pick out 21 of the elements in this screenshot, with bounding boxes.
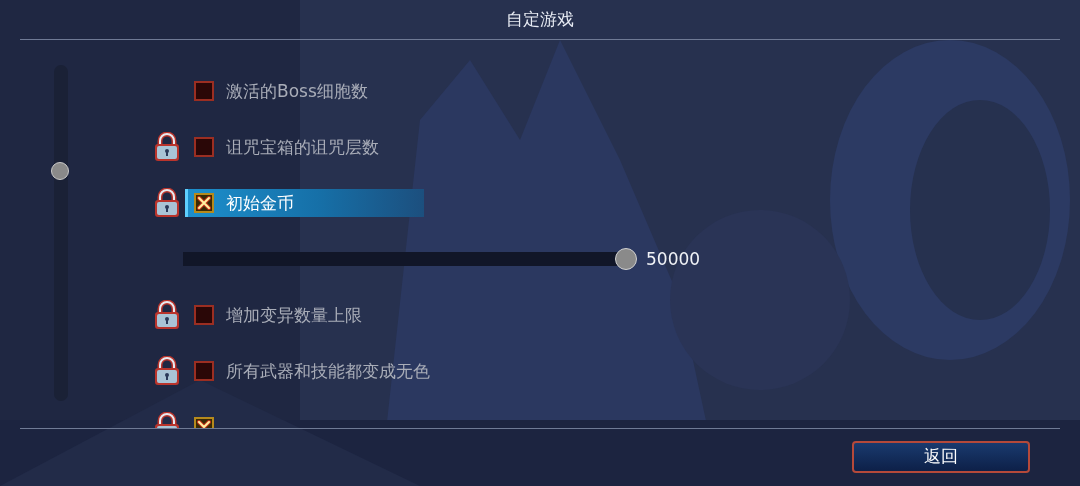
highlighted-option[interactable]: 初始金币 [185, 189, 424, 217]
option-label: 诅咒宝箱的诅咒层数 [226, 135, 379, 159]
checkbox[interactable] [194, 305, 214, 325]
scrollbar[interactable] [54, 65, 68, 401]
slider-value: 50000 [646, 249, 701, 269]
window-title: 自定游戏 [506, 8, 574, 31]
back-button[interactable]: 返回 [852, 440, 1030, 473]
checkbox[interactable] [194, 361, 214, 381]
checkbox[interactable] [194, 137, 214, 157]
scroll-thumb[interactable] [51, 162, 69, 180]
checkbox[interactable] [194, 193, 214, 213]
option-row[interactable]: 所有武器和技能都变成无色 [185, 357, 590, 385]
option-row[interactable]: 激活的Boss细胞数 [185, 77, 528, 105]
option-row[interactable]: 增加变异数量上限 [185, 301, 522, 329]
option-row[interactable]: 诅咒宝箱的诅咒层数 [185, 133, 539, 161]
slider-thumb[interactable] [615, 248, 637, 270]
checkbox[interactable] [194, 81, 214, 101]
option-label: 初始金币 [226, 191, 294, 215]
option-label: 激活的Boss细胞数 [226, 79, 368, 103]
option-label: 所有武器和技能都变成无色 [226, 359, 430, 383]
option-label: 增加变异数量上限 [226, 303, 362, 327]
